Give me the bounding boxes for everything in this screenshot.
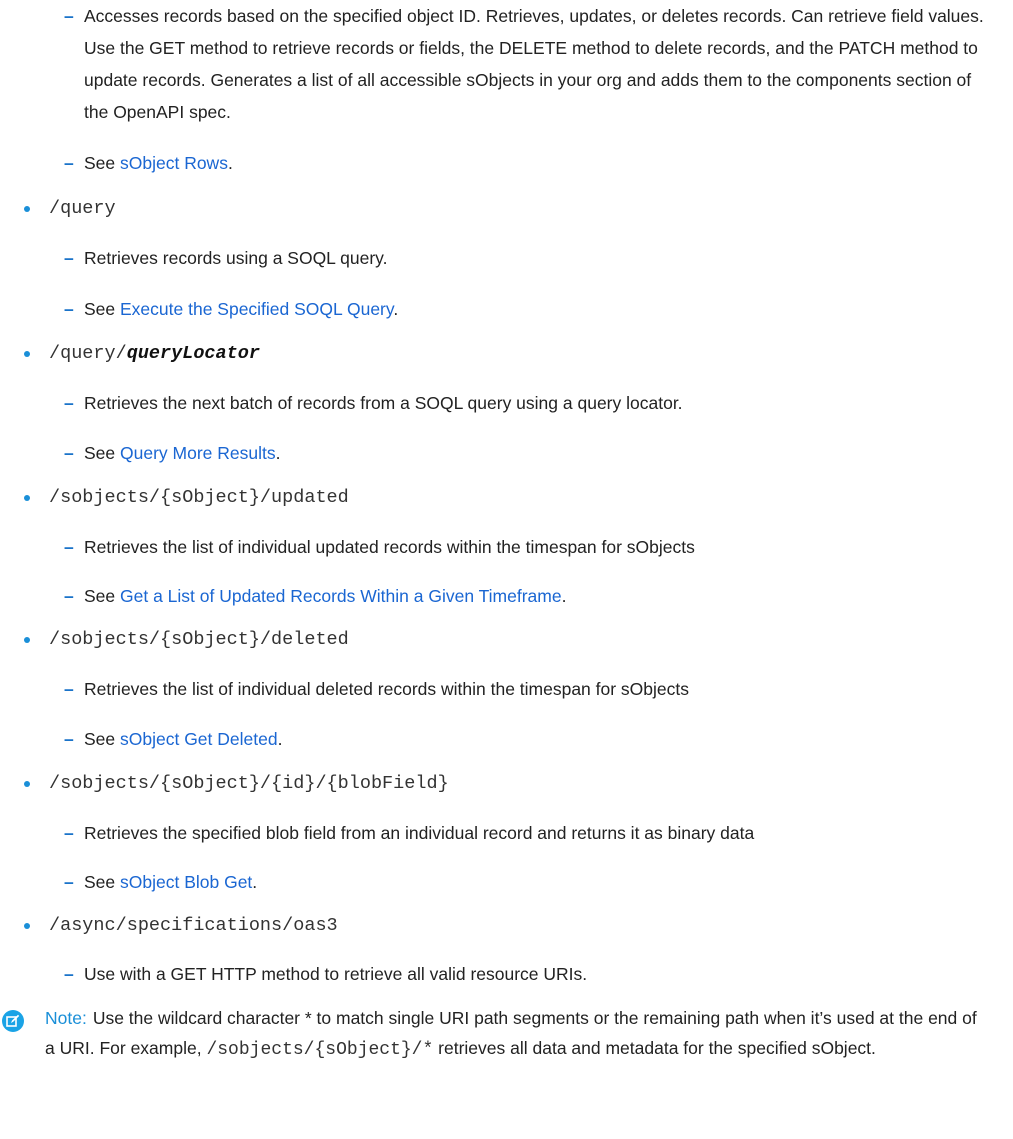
description-text: – Retrieves the list of individual updat…	[64, 531, 984, 563]
endpoint-path: /query/queryLocator	[49, 343, 260, 364]
bullet-dot-icon	[24, 923, 30, 929]
bullet-dot-icon	[24, 781, 30, 787]
execute-soql-query-link[interactable]: Execute the Specified SOQL Query	[120, 299, 393, 319]
dash-icon: –	[64, 729, 74, 749]
dash-icon: –	[64, 393, 74, 413]
dash-icon: –	[64, 964, 74, 984]
bullet-dot-icon	[24, 206, 30, 212]
see-also: – See sObject Rows.	[64, 147, 984, 179]
dash-icon: –	[64, 586, 74, 606]
endpoint-path: /sobjects/{sObject}/{id}/{blobField}	[49, 773, 449, 794]
sobject-blob-get-link[interactable]: sObject Blob Get	[120, 872, 252, 892]
bullet-dot-icon	[24, 637, 30, 643]
see-also: – See Get a List of Updated Records With…	[64, 580, 984, 612]
description-text: – Accesses records based on the specifie…	[64, 0, 984, 128]
query-more-results-link[interactable]: Query More Results	[120, 443, 276, 463]
sobject-rows-link[interactable]: sObject Rows	[120, 153, 228, 173]
dash-icon: –	[64, 679, 74, 699]
description-text: – Retrieves the next batch of records fr…	[64, 387, 984, 419]
edit-note-icon	[2, 1010, 24, 1032]
path-parameter: queryLocator	[126, 343, 260, 364]
see-also: – See Execute the Specified SOQL Query.	[64, 293, 984, 325]
see-also: – See sObject Get Deleted.	[64, 723, 984, 755]
endpoint-path: /sobjects/{sObject}/updated	[49, 487, 349, 508]
see-also: – See sObject Blob Get.	[64, 866, 984, 898]
dash-icon: –	[64, 872, 74, 892]
bullet-dot-icon	[24, 495, 30, 501]
sobject-get-deleted-link[interactable]: sObject Get Deleted	[120, 729, 278, 749]
endpoint-path: /sobjects/{sObject}/deleted	[49, 629, 349, 650]
description-text: – Retrieves the specified blob field fro…	[64, 817, 984, 849]
dash-icon: –	[64, 6, 74, 26]
description-text: – Retrieves the list of individual delet…	[64, 673, 984, 705]
note-label: Note:	[45, 1008, 87, 1028]
dash-icon: –	[64, 443, 74, 463]
dash-icon: –	[64, 823, 74, 843]
dash-icon: –	[64, 248, 74, 268]
description-text: – Retrieves records using a SOQL query.	[64, 242, 984, 274]
dash-icon: –	[64, 537, 74, 557]
note-text: Note: Use the wildcard character * to mat…	[45, 1008, 977, 1060]
endpoint-path: /query	[49, 198, 116, 219]
updated-records-link[interactable]: Get a List of Updated Records Within a G…	[120, 586, 562, 606]
see-also: – See Query More Results.	[64, 437, 984, 469]
bullet-dot-icon	[24, 351, 30, 357]
dash-icon: –	[64, 153, 74, 173]
wildcard-path-code: /sobjects/{sObject}/*	[206, 1040, 434, 1060]
endpoint-path: /async/specifications/oas3	[49, 915, 338, 936]
description-text: – Use with a GET HTTP method to retrieve…	[64, 958, 984, 990]
dash-icon: –	[64, 299, 74, 319]
